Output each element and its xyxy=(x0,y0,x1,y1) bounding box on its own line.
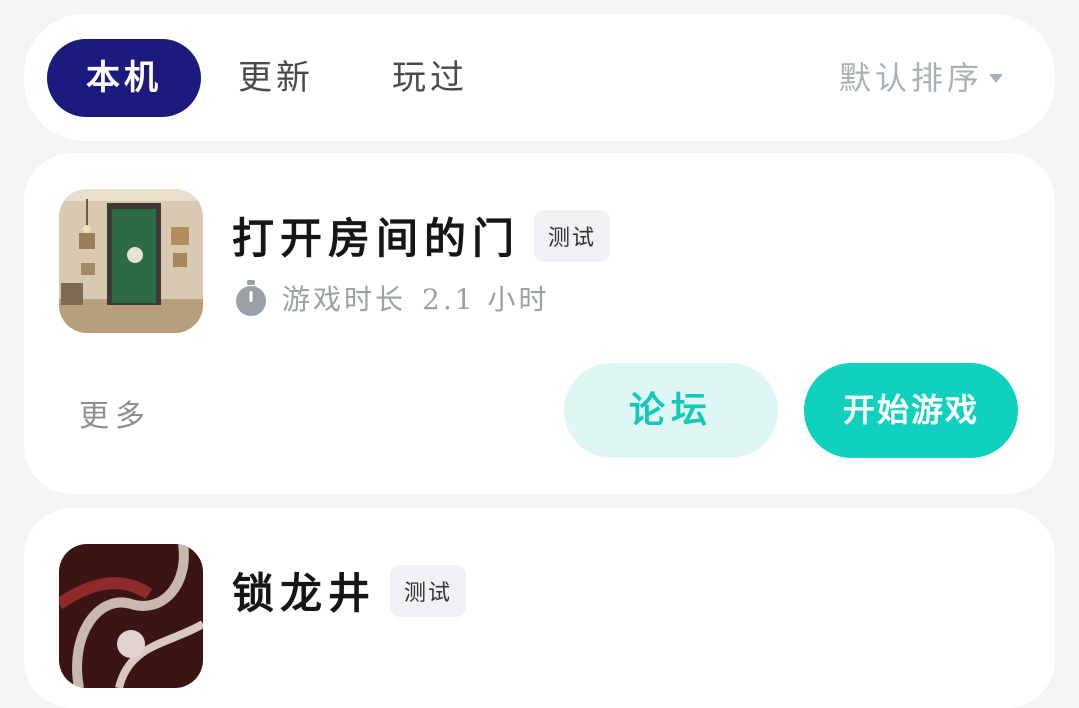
start-game-button[interactable]: 开始游戏 xyxy=(804,363,1018,458)
sort-dropdown[interactable]: 默认排序 xyxy=(839,39,1003,117)
forum-button[interactable]: 论坛 xyxy=(564,363,778,458)
playtime-value: 2.1 小时 xyxy=(422,283,550,316)
game-title[interactable]: 锁龙井 xyxy=(232,560,376,621)
test-badge: 测试 xyxy=(390,564,467,617)
tab-local[interactable]: 本机 xyxy=(47,39,201,117)
tab-bar: 本机 更新 玩过 默认排序 xyxy=(24,14,1055,141)
game-title-row: 锁龙井 测试 xyxy=(232,560,467,621)
game-card: 锁龙井 测试 xyxy=(24,508,1055,708)
sort-label: 默认排序 xyxy=(838,59,983,97)
more-button[interactable]: 更多 xyxy=(79,391,151,435)
game-cover-image[interactable] xyxy=(59,544,203,688)
game-title-row: 打开房间的门 测试 xyxy=(232,205,611,266)
tab-update[interactable]: 更新 xyxy=(238,39,314,117)
playtime-label: 游戏时长 xyxy=(282,283,407,316)
playtime: 游戏时长 2.1 小时 xyxy=(234,278,549,318)
tab-played[interactable]: 玩过 xyxy=(392,39,468,117)
game-cover-image[interactable] xyxy=(59,189,203,333)
stopwatch-icon xyxy=(236,280,266,316)
caret-down-icon xyxy=(989,74,1003,83)
game-card: 打开房间的门 测试 游戏时长 2.1 小时 更多 论坛 开始游戏 xyxy=(24,153,1055,494)
test-badge: 测试 xyxy=(534,209,611,262)
game-title[interactable]: 打开房间的门 xyxy=(232,205,520,266)
